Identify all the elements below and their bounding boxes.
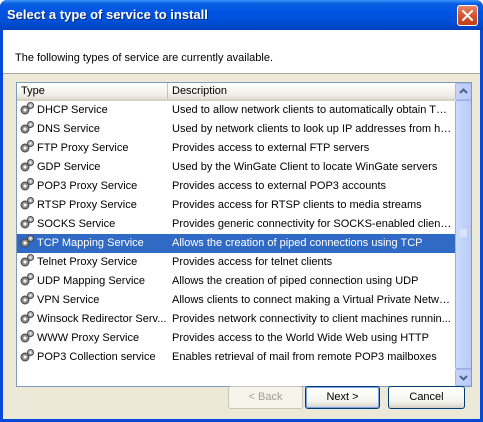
list-item-type-cell: Telnet Proxy Service	[19, 253, 168, 272]
dialog-window: Select a type of service to install The …	[0, 0, 483, 422]
list-item-description: Provides generic connectivity for SOCKS-…	[172, 218, 453, 230]
chevron-down-icon	[459, 375, 468, 381]
back-button[interactable]: < Back	[228, 386, 303, 409]
list-item-description: Allows the creation of piped connections…	[172, 237, 423, 249]
list-item-type-cell: UDP Mapping Service	[19, 272, 168, 291]
gear-icon	[19, 120, 35, 136]
list-item-type-cell: POP3 Collection service	[19, 348, 168, 367]
vertical-scrollbar[interactable]	[455, 83, 471, 386]
list-item[interactable]: FTP Proxy Service Provides access to exte…	[17, 139, 455, 158]
list-item-type: POP3 Collection service	[37, 351, 156, 363]
list-item-type-cell: WWW Proxy Service	[19, 329, 168, 348]
list-item[interactable]: POP3 Collection service Enables retrieval…	[17, 348, 455, 367]
column-header-type[interactable]: Type	[17, 83, 168, 99]
list-item-type: GDP Service	[37, 161, 101, 173]
list-item-type-cell: RTSP Proxy Service	[19, 196, 168, 215]
list-item-type: SOCKS Service	[37, 218, 116, 230]
list-item-type-cell: DNS Service	[19, 120, 168, 139]
list-item[interactable]: UDP Mapping Service Allows the creation o…	[17, 272, 455, 291]
list-item[interactable]: GDP Service Used by the WinGate Client to…	[17, 158, 455, 177]
list-item-description: Provides network connectivity to client …	[172, 313, 451, 325]
gear-icon	[19, 139, 35, 155]
intro-text: The following types of service are curre…	[15, 52, 274, 64]
list-item-type: RTSP Proxy Service	[37, 199, 137, 211]
list-item[interactable]: VPN Service Allows clients to connect mak…	[17, 291, 455, 310]
list-item-type-cell: Winsock Redirector Serv...	[19, 310, 168, 329]
list-item-type: WWW Proxy Service	[37, 332, 140, 344]
list-item-type: DHCP Service	[37, 104, 108, 116]
list-item-description: Used by network clients to look up IP ad…	[172, 123, 453, 135]
gear-icon	[19, 291, 35, 307]
list-item-type: Winsock Redirector Serv...	[37, 313, 167, 325]
list-item-description: Provides access for RTSP clients to medi…	[172, 199, 422, 211]
list-item[interactable]: Winsock Redirector Serv... Provides netwo…	[17, 310, 455, 329]
gear-icon	[19, 329, 35, 345]
dialog-body: The following types of service are curre…	[3, 30, 480, 419]
list-item[interactable]: SOCKS Service Provides generic connectivi…	[17, 215, 455, 234]
close-button[interactable]	[457, 5, 478, 26]
gear-icon	[19, 101, 35, 117]
list-item-type-cell: FTP Proxy Service	[19, 139, 168, 158]
cancel-button[interactable]: Cancel	[388, 386, 465, 409]
list-item-type: UDP Mapping Service	[37, 275, 146, 287]
list-header: Type Description	[17, 83, 455, 101]
list-item-type: POP3 Proxy Service	[37, 180, 138, 192]
list-item-description: Provides access to the World Wide Web us…	[172, 332, 429, 344]
list-item-description: Provides access for telnet clients	[172, 256, 333, 268]
scrollbar-thumb[interactable]	[455, 100, 471, 369]
gear-icon	[19, 215, 35, 231]
list-item-description: Used to allow network clients to automat…	[172, 104, 453, 116]
gear-icon	[19, 234, 35, 250]
list-item-type: DNS Service	[37, 123, 100, 135]
list-item[interactable]: TCP Mapping Service Allows the creation o…	[17, 234, 455, 253]
column-header-description[interactable]: Description	[168, 83, 455, 99]
list-item[interactable]: Telnet Proxy Service Provides access for …	[17, 253, 455, 272]
chevron-up-icon	[459, 88, 468, 94]
list-item-type: VPN Service	[37, 294, 100, 306]
list-item-type-cell: GDP Service	[19, 158, 168, 177]
gear-icon	[19, 272, 35, 288]
gear-icon	[19, 310, 35, 326]
list-item-type-cell: SOCKS Service	[19, 215, 168, 234]
close-icon	[462, 10, 473, 21]
list-item[interactable]: RTSP Proxy Service Provides access for RT…	[17, 196, 455, 215]
list-item-type-cell: TCP Mapping Service	[19, 234, 168, 253]
grip-icon	[460, 229, 467, 237]
list-item-type: Telnet Proxy Service	[37, 256, 138, 268]
gear-icon	[19, 158, 35, 174]
list-item[interactable]: DNS Service Used by network clients to lo…	[17, 120, 455, 139]
list-item-type: TCP Mapping Service	[37, 237, 144, 249]
list-item-type-cell: VPN Service	[19, 291, 168, 310]
list-item-type-cell: DHCP Service	[19, 101, 168, 120]
scroll-down-button[interactable]	[455, 369, 471, 386]
next-button[interactable]: Next >	[305, 386, 380, 409]
gear-icon	[19, 177, 35, 193]
service-type-list[interactable]: Type Description DHCP Service Used to all…	[16, 82, 472, 387]
list-item-description: Provides access to external FTP servers	[172, 142, 370, 154]
list-item-description: Used by the WinGate Client to locate Win…	[172, 161, 438, 173]
header-panel: The following types of service are curre…	[3, 30, 480, 74]
scroll-up-button[interactable]	[455, 83, 471, 100]
list-item-description: Allows the creation of piped connection …	[172, 275, 419, 287]
gear-icon	[19, 253, 35, 269]
gear-icon	[19, 348, 35, 364]
list-item[interactable]: POP3 Proxy Service Provides access to ext…	[17, 177, 455, 196]
list-item[interactable]: DHCP Service Used to allow network client…	[17, 101, 455, 120]
title-bar[interactable]: Select a type of service to install	[0, 0, 483, 30]
list-item-type-cell: POP3 Proxy Service	[19, 177, 168, 196]
list-rows: DHCP Service Used to allow network client…	[17, 101, 455, 386]
list-item-description: Provides access to external POP3 account…	[172, 180, 386, 192]
list-item-type: FTP Proxy Service	[37, 142, 129, 154]
window-title: Select a type of service to install	[7, 7, 208, 22]
list-item[interactable]: WWW Proxy Service Provides access to the …	[17, 329, 455, 348]
list-item-description: Enables retrieval of mail from remote PO…	[172, 351, 437, 363]
gear-icon	[19, 196, 35, 212]
list-item-description: Allows clients to connect making a Virtu…	[172, 294, 453, 306]
